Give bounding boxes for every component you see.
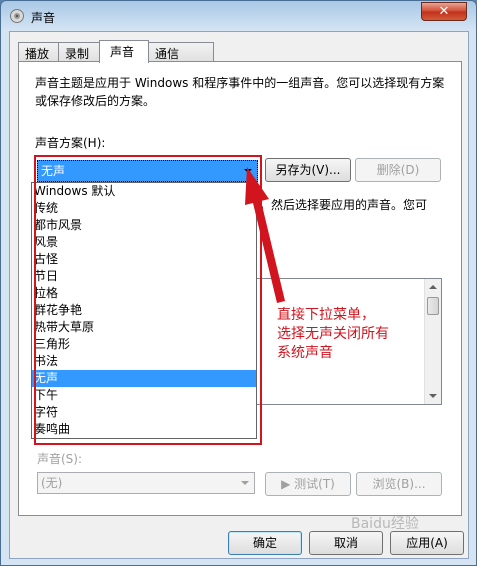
sound-label: 声音(S): <box>37 452 83 466</box>
sound-file-dropdown[interactable]: (无) <box>37 472 255 494</box>
sound-scheme-dropdown[interactable]: 无声 <box>37 160 258 182</box>
chevron-down-icon[interactable] <box>241 481 249 485</box>
scheme-option[interactable]: 下午 <box>32 387 256 404</box>
scheme-option[interactable]: 都市风景 <box>32 217 256 234</box>
tab-playback[interactable]: 播放 <box>18 42 59 62</box>
scheme-option[interactable]: 书法 <box>32 353 256 370</box>
sound-scheme-options-list[interactable]: Windows 默认 传统 都市风景 风景 古怪 节日 拉格 群花争艳 热带大草… <box>31 182 257 439</box>
scheme-option[interactable]: 热带大草原 <box>32 319 256 336</box>
annotation-line-2: 选择无声关闭所有 <box>277 326 389 342</box>
title-bar[interactable]: 声音 ✕ <box>1 1 476 31</box>
scheme-option[interactable]: 传统 <box>32 200 256 217</box>
scheme-option[interactable]: 拉格 <box>32 285 256 302</box>
scheme-option[interactable]: 古怪 <box>32 251 256 268</box>
sound-file-value: (无) <box>41 476 63 490</box>
ok-button[interactable]: 确定 <box>228 531 302 555</box>
apply-button[interactable]: 应用(A) <box>390 531 464 555</box>
test-button[interactable]: ▶ 测试(T) <box>265 472 351 496</box>
annotation-text: 直接下拉菜单， 选择无声关闭所有 系统声音 <box>277 306 427 363</box>
scroll-down-icon[interactable] <box>429 394 437 398</box>
browse-button[interactable]: 浏览(B)... <box>356 472 442 496</box>
tab-recording[interactable]: 录制 <box>58 42 100 62</box>
scheme-option[interactable]: 群花争艳 <box>32 302 256 319</box>
tab-sounds[interactable]: 声音 <box>99 40 149 63</box>
annotation-line-3: 系统声音 <box>277 345 333 361</box>
annotation-arrow-icon <box>245 167 285 303</box>
scheme-option[interactable]: 风景 <box>32 234 256 251</box>
delete-button[interactable]: 删除(D) <box>355 158 441 182</box>
scheme-option[interactable]: Windows 默认 <box>32 183 256 200</box>
scheme-option[interactable]: 字符 <box>32 404 256 421</box>
sound-scheme-label: 声音方案(H): <box>35 136 106 150</box>
tab-communications[interactable]: 通信 <box>148 42 214 62</box>
scheme-description: 声音主题是应用于 Windows 和程序事件中的一组声音。您可以选择现有方案或保… <box>35 76 445 108</box>
scheme-option[interactable]: 节日 <box>32 268 256 285</box>
scrollbar-thumb[interactable] <box>427 297 439 315</box>
scroll-up-icon[interactable] <box>429 285 437 289</box>
watermark: Baidu经验 <box>351 516 419 532</box>
speaker-icon <box>10 9 24 23</box>
window-title: 声音 <box>31 11 56 25</box>
close-button[interactable]: ✕ <box>421 2 467 21</box>
sound-scheme-selected-value: 无声 <box>41 164 66 178</box>
scheme-option[interactable]: 奏鸣曲 <box>32 421 256 438</box>
scheme-option-selected[interactable]: 无声 <box>32 370 256 387</box>
cancel-button[interactable]: 取消 <box>309 531 383 555</box>
sound-dialog-window: 声音 ✕ 播放 录制 声音 通信 声音主题是应用于 Windows 和程序事件中… <box>0 0 477 566</box>
annotation-line-1: 直接下拉菜单， <box>277 307 375 323</box>
scheme-option[interactable]: 三角形 <box>32 336 256 353</box>
